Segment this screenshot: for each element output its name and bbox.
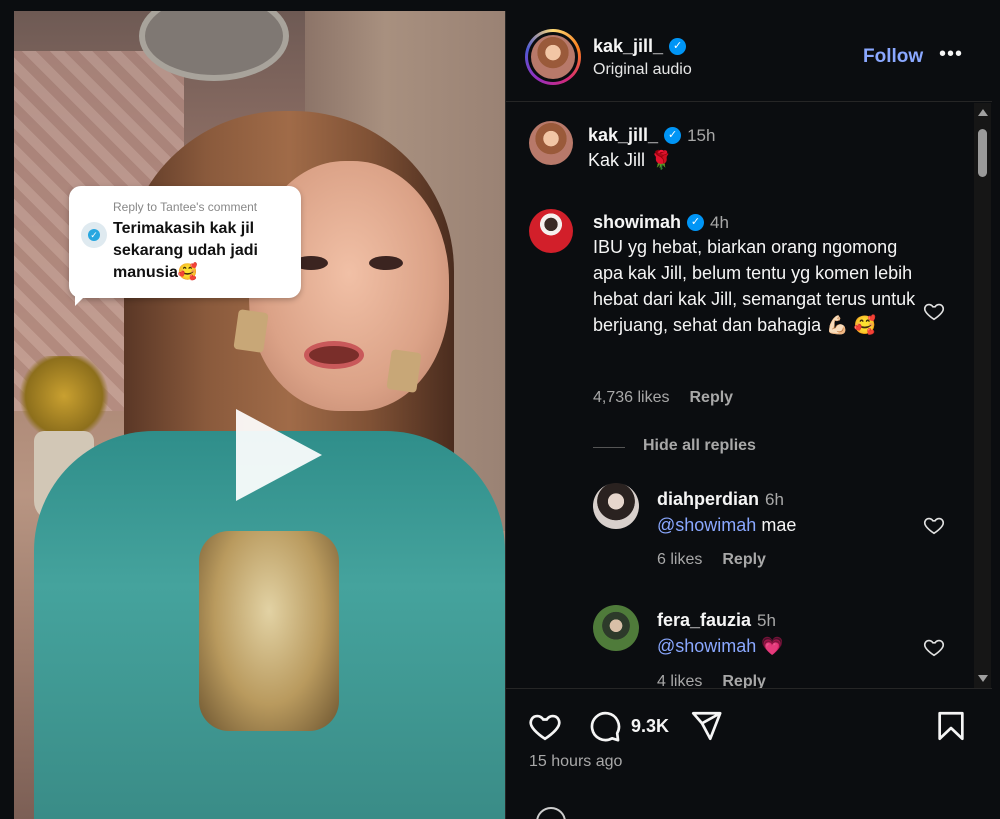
comment-time: 4h [710,212,729,232]
reply-mention-link[interactable]: @showimah [657,515,756,535]
comment-avatar[interactable] [529,209,573,253]
reply-meta: 6 likes Reply [657,551,766,569]
reply-username-text[interactable]: fera_fauzia [657,610,751,631]
reply-reply-button[interactable]: Reply [722,673,766,688]
reply-avatar[interactable] [593,605,639,651]
reply-text-body: 💗 [761,636,784,656]
person-mouth [304,341,364,369]
author-avatar[interactable] [525,29,581,85]
scroll-up-arrow-icon[interactable] [978,109,988,116]
replies-divider [593,447,625,448]
caption-time: 15h [687,125,716,145]
reply-username-text[interactable]: diahperdian [657,489,759,510]
bookmark-icon[interactable] [934,709,968,743]
person-eye-right [369,256,403,270]
person-necklace [199,531,339,731]
audio-label[interactable]: Original audio [593,61,692,79]
sticker-text: Terimakasih kak jil sekarang udah jadi m… [113,220,258,281]
comment-heart-icon[interactable] [923,300,945,322]
viewer-avatar[interactable] [536,807,566,819]
reply-heart-icon[interactable] [923,514,945,536]
reply-reply-button[interactable]: Reply [722,551,766,569]
reply-likes[interactable]: 4 likes [657,673,702,688]
reply-time: 6h [765,489,784,509]
scroll-down-arrow-icon[interactable] [978,675,988,682]
comment-username[interactable]: showimah ✓ 4h [593,212,729,233]
post-header: kak_jill_ ✓ Original audio Follow ••• [506,11,992,102]
caption-avatar[interactable] [529,121,573,165]
person-earring-left [233,309,269,353]
comment-reply-button[interactable]: Reply [690,389,734,407]
more-icon[interactable]: ••• [939,43,963,66]
comment-text: IBU yg hebat, biarkan orang ngomong apa … [593,237,916,335]
reel-video[interactable]: ✓ Reply to Tantee's comment Terimakasih … [14,11,505,819]
comment-likes[interactable]: 4,736 likes [593,389,670,407]
author-username-text[interactable]: kak_jill_ [593,36,663,57]
verified-icon: ✓ [669,38,687,55]
sticker-verified-icon: ✓ [88,229,100,241]
hide-replies-button[interactable]: Hide all replies [643,437,756,455]
reply-likes[interactable]: 6 likes [657,551,702,569]
person-earring-right [386,349,422,393]
reply-mention-link[interactable]: @showimah [657,636,756,656]
comment-count[interactable]: 9.3K [631,716,669,737]
reply-sticker: ✓ Reply to Tantee's comment Terimakasih … [69,186,301,306]
comments-list[interactable]: kak_jill_ ✓ 15h Kak Jill 🌹 showimah ✓ 4h… [506,103,992,688]
sticker-avatar: ✓ [81,222,107,248]
post-time-ago[interactable]: 15 hours ago [529,753,622,771]
reply-username[interactable]: fera_fauzia 5h [657,610,776,631]
comment-icon[interactable] [588,709,622,743]
reply-meta: 4 likes Reply [657,673,766,688]
comments-scrollbar[interactable] [974,103,991,688]
follow-button[interactable]: Follow [863,46,923,68]
author-avatar-image [531,35,575,79]
reply-text: @showimah mae [657,512,796,538]
caption-username[interactable]: kak_jill_ ✓ 15h [588,125,715,146]
share-icon[interactable] [689,709,723,743]
reply-heart-icon[interactable] [923,636,945,658]
play-icon[interactable] [236,409,322,501]
sticker-reply-label: Reply to Tantee's comment [113,200,258,214]
background-plant [14,356,114,436]
caption-username-text[interactable]: kak_jill_ [588,125,658,146]
caption-text: Kak Jill 🌹 [588,150,673,170]
comment-username-text[interactable]: showimah [593,212,681,233]
reply-avatar[interactable] [593,483,639,529]
verified-icon: ✓ [664,127,682,144]
scroll-thumb[interactable] [978,129,987,177]
reply-text: @showimah 💗 [657,633,784,659]
post-actions: 9.3K 15 hours ago [506,688,992,819]
comment-meta: 4,736 likes Reply [593,389,733,407]
reply-text-body: mae [761,515,797,535]
post-side-panel: kak_jill_ ✓ Original audio Follow ••• ka… [505,11,992,819]
reply-time: 5h [757,610,776,630]
reply-username[interactable]: diahperdian 6h [657,489,784,510]
heart-icon[interactable] [528,709,562,743]
author-username[interactable]: kak_jill_ ✓ [593,36,687,57]
verified-icon: ✓ [687,214,705,231]
